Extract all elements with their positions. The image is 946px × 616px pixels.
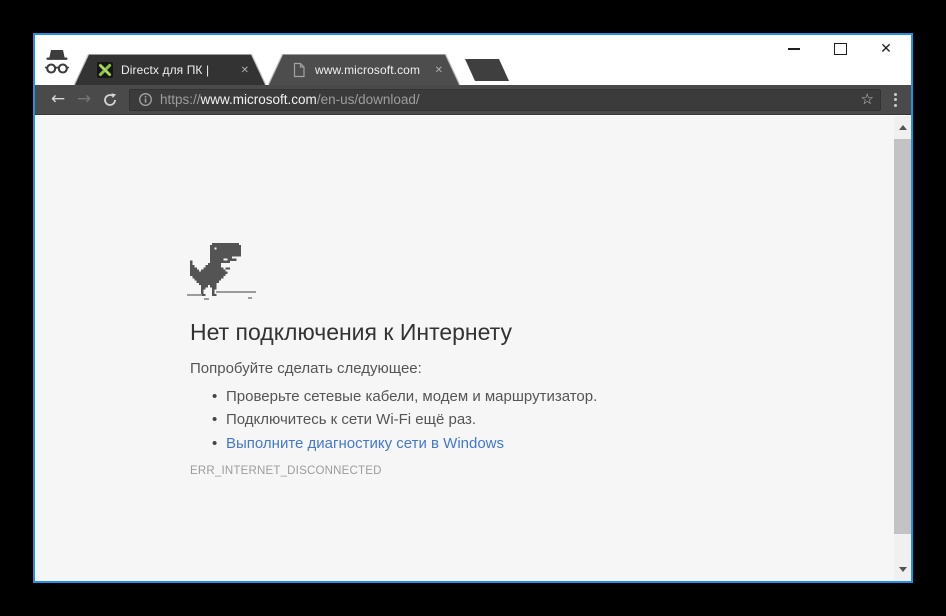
close-window-button[interactable]: ✕ [863, 37, 909, 61]
url-text[interactable]: https://www.microsoft.com/en-us/download… [160, 92, 861, 107]
ground-line [187, 294, 202, 296]
suggestion-item: Выполните диагностику сети в Windows [190, 432, 750, 455]
reload-icon [102, 92, 118, 108]
suggestion-list: Проверьте сетевые кабели, модем и маршру… [190, 385, 750, 455]
forward-button[interactable]: → [71, 91, 97, 108]
scrollbar-thumb[interactable] [894, 139, 911, 534]
ground-line [216, 291, 256, 293]
tab-title: www.microsoft.com [315, 63, 425, 77]
network-diagnostics-link[interactable]: Выполните диагностику сети в Windows [226, 435, 504, 452]
bookmark-star-icon[interactable]: ☆ [861, 92, 874, 107]
tab-title: Directx для ПК | [121, 63, 231, 77]
error-code: ERR_INTERNET_DISCONNECTED [190, 465, 750, 477]
ground-line [248, 297, 252, 299]
error-subheading: Попробуйте сделать следующее: [190, 359, 750, 379]
ground-line [204, 298, 209, 300]
window-controls: ✕ [771, 37, 909, 61]
scroll-up-arrow-icon[interactable] [899, 125, 907, 130]
page-info-icon[interactable] [138, 92, 153, 107]
browser-window: ✕ Directx для ПК | ✕ [33, 33, 913, 583]
titlebar[interactable]: ✕ Directx для ПК | ✕ [35, 35, 911, 85]
page-favicon-icon [291, 62, 307, 78]
tab-close-icon[interactable]: ✕ [241, 65, 249, 76]
url-scheme: https:// [160, 92, 201, 107]
directx-favicon-icon [97, 62, 113, 78]
toolbar: ← → https://www.microsoft.com/en-us/down… [35, 85, 911, 115]
maximize-button[interactable] [817, 37, 863, 61]
scrollbar[interactable] [894, 116, 911, 581]
tab-close-icon[interactable]: ✕ [435, 65, 443, 76]
url-host: www.microsoft.com [201, 92, 317, 107]
incognito-icon [40, 47, 74, 79]
minimize-button[interactable] [771, 37, 817, 61]
close-window-icon: ✕ [880, 42, 892, 56]
maximize-icon [834, 43, 847, 55]
tab-microsoft[interactable]: www.microsoft.com ✕ [269, 55, 459, 85]
scroll-down-arrow-icon[interactable] [899, 567, 907, 572]
new-tab-button[interactable] [465, 59, 509, 81]
error-heading: Нет подключения к Интернету [190, 317, 750, 347]
minimize-icon [788, 48, 800, 50]
reload-button[interactable] [97, 91, 123, 109]
page-content: Нет подключения к Интернету Попробуйте с… [35, 116, 911, 581]
dino-icon [190, 243, 270, 301]
url-path: /en-us/download/ [317, 92, 420, 107]
address-bar[interactable]: https://www.microsoft.com/en-us/download… [129, 89, 881, 111]
tab-directx[interactable]: Directx для ПК | ✕ [75, 55, 265, 85]
suggestion-item: Подключитесь к сети Wi-Fi ещё раз. [190, 408, 750, 431]
suggestion-item: Проверьте сетевые кабели, модем и маршру… [190, 385, 750, 408]
offline-error-block: Нет подключения к Интернету Попробуйте с… [190, 243, 750, 477]
back-button[interactable]: ← [45, 91, 71, 108]
menu-icon[interactable] [887, 93, 903, 107]
